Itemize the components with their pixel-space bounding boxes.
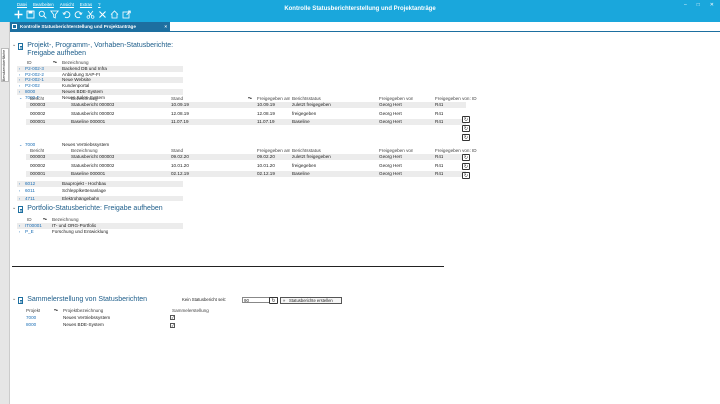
table-row[interactable]: 000003 Statusbericht 000003 10.09.19 10.09.… [26,101,466,108]
collapse-chevron-icon[interactable]: ⌄ [12,296,16,303]
revoke-release-button-6[interactable]: ↻ [462,172,470,179]
collect-checkbox-8000[interactable]: ✓ [170,323,175,328]
section-project-reports-header: ⌄ Projekt-, Programm-, Vorhaben-Statusbe… [12,42,173,58]
cut-icon[interactable] [86,10,95,19]
create-status-reports-button[interactable]: » Statusberichte erstellen [280,297,342,304]
project-grid: ID ▾▴ Bezeichnung › P2-002-3 Backend DB un… [17,60,183,101]
home-icon[interactable] [110,10,119,19]
close-window-button[interactable]: ✕ [710,2,714,8]
sort-icon[interactable]: ▾▴ [54,308,58,314]
batch-creation-grid: Projekt ▾▴ Projektbezeichnung Sammelerst… [26,308,226,328]
document-tab-label: Kontrolle Statusberichterstellung und Pr… [20,24,136,29]
section-project-reports-title: Projekt-, Programm-, Vorhaben-Statusberi… [27,42,174,57]
window-controls: – □ ✕ [684,2,714,8]
table-row[interactable]: 000001 Baseline 000001 02.12.19 02.12.19 Bas… [26,171,466,178]
app-window: Datei Bearbeiten Ansicht Extras ? Kontro… [0,0,720,404]
table-row[interactable]: 7000 Neues Vertriebssystem [26,315,226,321]
report-document-icon [18,297,24,304]
plus-icon[interactable] [14,10,23,19]
report-subgrid-7000: Bericht Bezeichnung Stand Freigegeben am… [26,148,477,178]
document-tab[interactable]: Kontrolle Statusberichterstellung und Pr… [10,22,170,31]
report-subgrid-7000-f: Bericht Bezeichnung Stand ▾▴ Freigegeben… [26,96,477,126]
table-row[interactable]: 8000 Neues BDE-System [26,322,226,328]
close-tab-icon[interactable]: × [164,22,167,31]
table-row[interactable]: › 6012 Bauprojekt - Hochbau [17,181,183,187]
revoke-release-button-5[interactable]: ↻ [462,163,470,170]
left-side-panel: Benutzeroberfläche [0,22,10,404]
revoke-release-button-3[interactable]: ↻ [462,134,470,141]
export-icon[interactable] [122,10,131,19]
undo-icon[interactable] [62,10,71,19]
title-bar: Datei Bearbeiten Ansicht Extras ? Kontro… [0,0,720,22]
collect-checkbox-7000[interactable]: ✓ [170,315,175,320]
document-icon [12,24,17,29]
maximize-button[interactable]: □ [697,2,700,8]
table-row[interactable]: 000002 Statusbericht 000002 10.01.20 10.01.… [26,163,466,169]
save-icon[interactable] [26,10,35,19]
filter-icon[interactable] [50,10,59,19]
section-batch-creation-title: Sammelerstellung von Statusberichten [27,296,148,303]
delete-icon[interactable] [98,10,107,19]
report-document-icon [18,43,24,50]
table-row[interactable]: › 4711 Elektrohängebahn [17,195,183,202]
project-grid-row-7000: ⌄ 7000 Neues Vertriebssystem [17,142,183,148]
tab-underline [10,31,720,32]
table-row[interactable]: 000002 Statusbericht 000002 12.08.19 12.08.… [26,111,466,117]
table-row[interactable]: › 6011 Schlepplkettenanlage [17,188,183,194]
double-arrow-icon: » [283,298,286,303]
section-portfolio-reports-header: ⌄ Portfolio-Statusberichte: Freigabe auf… [12,205,163,213]
table-row[interactable]: 000003 Statusbericht 000003 09.02.20 09.02.… [26,153,466,160]
grid-header-row: Projekt ▾▴ Projektbezeichnung Sammelerst… [26,308,209,314]
toolbar [14,10,131,19]
no-report-since-label: Kein Statusbericht seit: [182,297,226,302]
portfolio-grid: ID ▾▴ Bezeichnung › IT00001 IT- und ORG-Po… [17,217,183,234]
side-tab-benutzeroberflaeche[interactable]: Benutzeroberfläche [1,48,9,82]
report-document-icon [18,206,24,213]
project-grid-rest: › 6012 Bauprojekt - Hochbau › 6011 Schlepplk… [17,181,183,202]
table-row[interactable]: 000001 Baseline 000001 11.07.19 11.07.19 Bas… [26,119,466,126]
section-portfolio-reports-title: Portfolio-Statusberichte: Freigabe aufhe… [27,205,163,212]
table-row[interactable]: › P_E Forschung und Entwicklung [17,229,183,235]
search-icon[interactable] [38,10,47,19]
section-batch-creation-header: ⌄ Sammelerstellung von Statusberichten [12,296,147,304]
minimize-button[interactable]: – [684,2,687,8]
revoke-release-button-1[interactable]: ↻ [462,116,470,123]
revoke-release-button-4[interactable]: ↻ [462,154,470,161]
revoke-release-button-2[interactable]: ↻ [462,125,470,132]
calendar-button[interactable]: ↻ [269,296,278,304]
table-row-expanded[interactable]: ⌄ 7000 Neues Vertriebssystem [17,142,183,148]
collapse-chevron-icon[interactable]: ⌄ [12,205,16,212]
collapse-chevron-icon[interactable]: ⌄ [12,42,16,49]
redo-icon[interactable] [74,10,83,19]
section-separator [12,266,444,267]
main-content: ⌄ Projekt-, Programm-, Vorhaben-Statusbe… [12,33,717,404]
